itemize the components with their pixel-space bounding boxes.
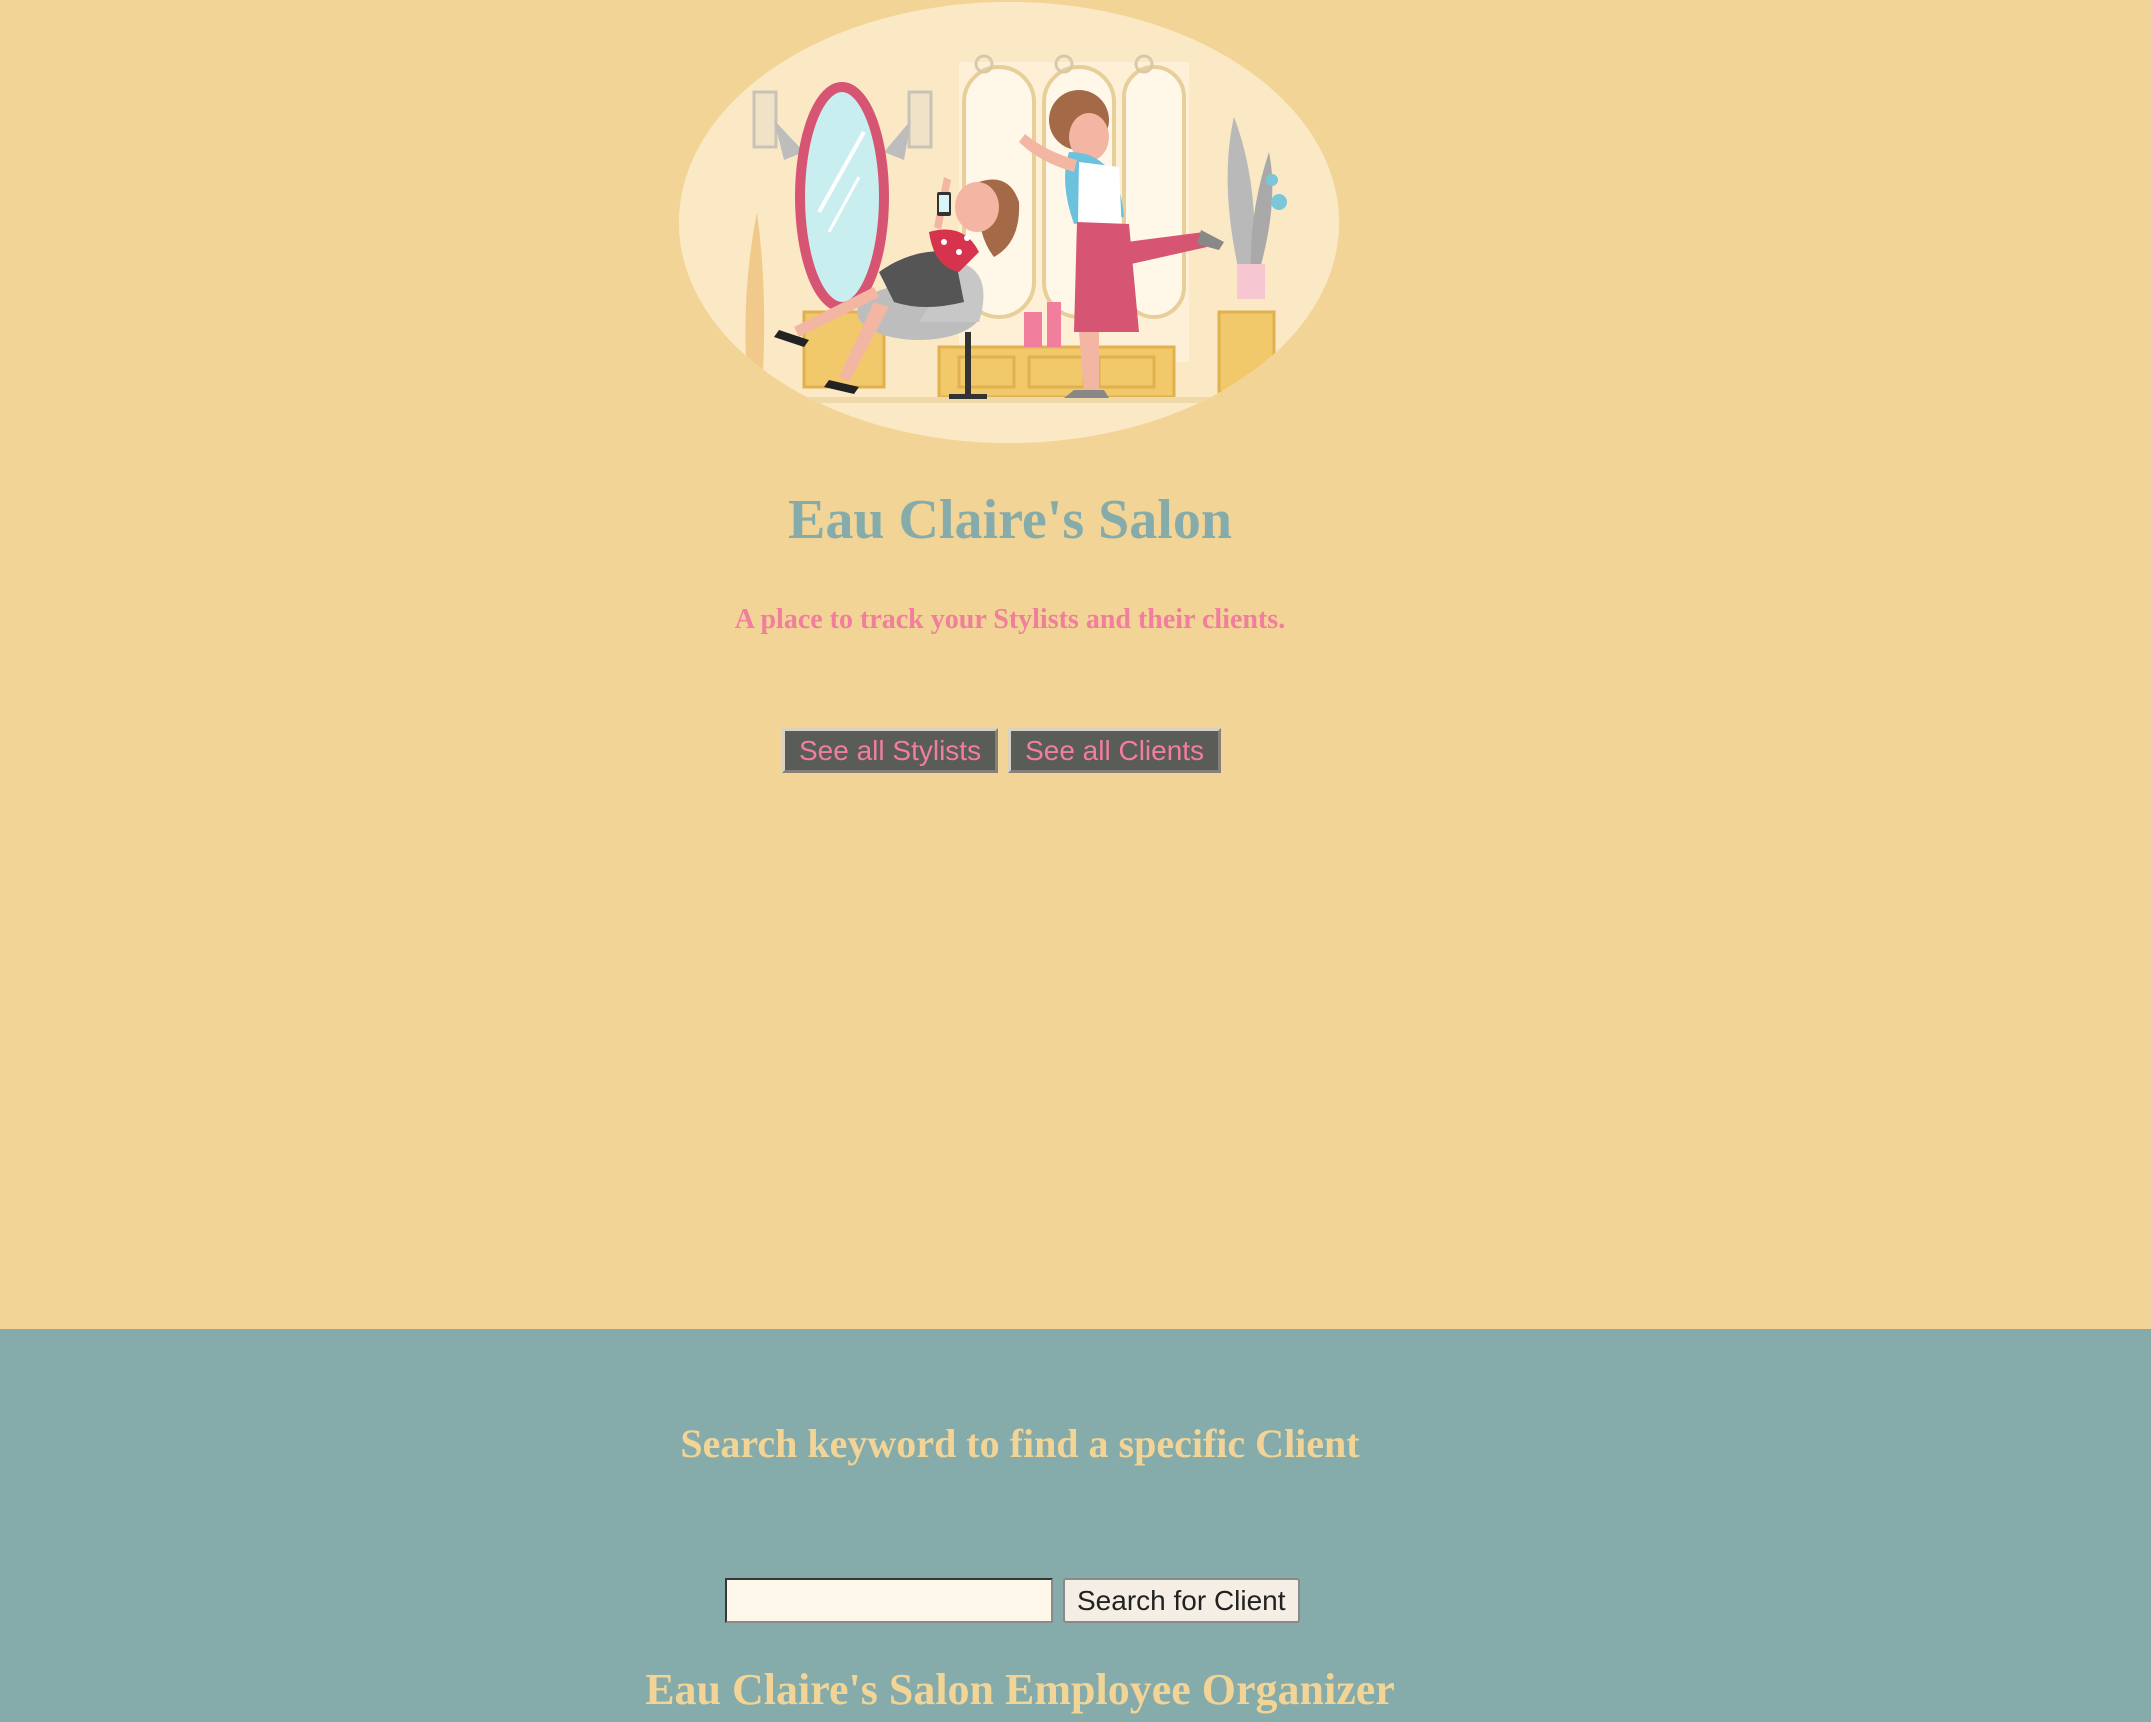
search-input[interactable] [725,1578,1053,1623]
nav-buttons: See all Stylists See all Clients [782,728,1222,773]
footer-title: Eau Claire's Salon Employee Organizer [645,1665,1395,1714]
salon-illustration [679,2,1339,443]
page: Eau Claire's Salon A place to track your… [0,0,2151,1722]
search-for-client-button[interactable]: Search for Client [1063,1578,1300,1623]
see-all-clients-button[interactable]: See all Clients [1008,728,1222,773]
search-heading: Search keyword to find a specific Client [680,1421,1360,1466]
search-form: Search for Client [725,1578,1300,1623]
page-title: Eau Claire's Salon [788,489,1232,551]
top-section: Eau Claire's Salon A place to track your… [0,0,2151,1329]
see-all-stylists-button[interactable]: See all Stylists [782,728,999,773]
page-subtitle: A place to track your Stylists and their… [734,604,1286,635]
